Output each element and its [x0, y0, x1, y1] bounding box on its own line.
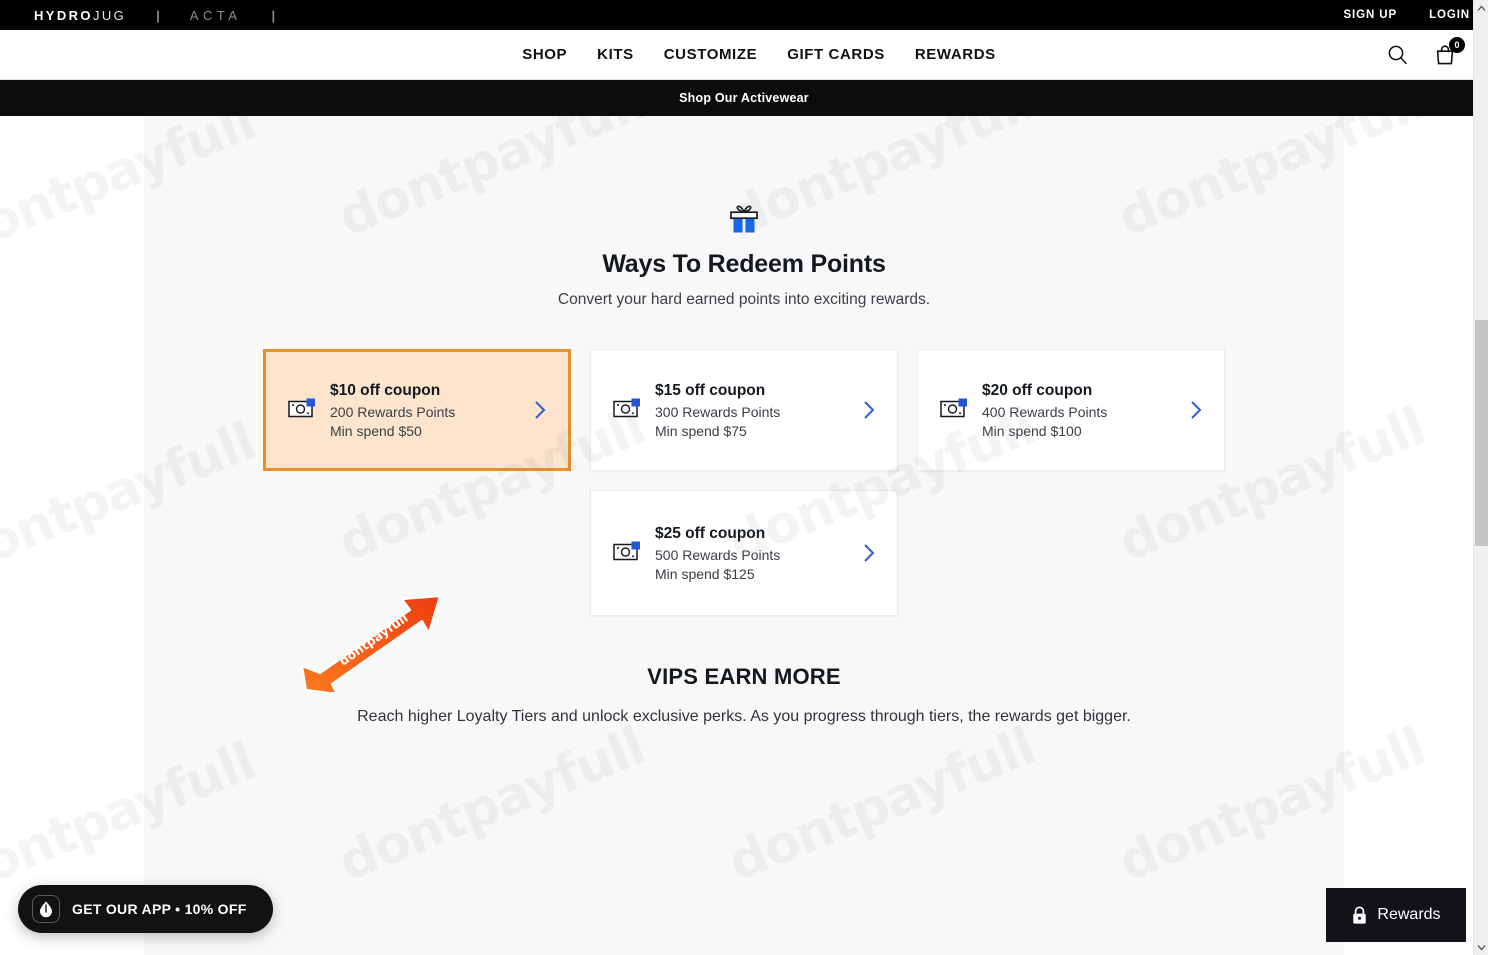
rewards-content-area: Ways To Redeem Points Convert your hard …	[144, 116, 1344, 955]
coupon-card-body: $10 off coupon 200 Rewards Points Min sp…	[330, 382, 530, 439]
top-account-links: SIGN UP LOGIN	[1343, 9, 1470, 21]
coupon-min-spend: Min spend $100	[982, 422, 1082, 439]
brand-jug-text: JUG	[92, 7, 127, 23]
coupon-points: 200 Rewards Points	[330, 403, 456, 420]
page-body: Ways To Redeem Points Convert your hard …	[0, 116, 1488, 955]
nav-item-gift-cards[interactable]: GIFT CARDS	[787, 46, 885, 63]
coupon-card-15-off[interactable]: $15 off coupon 300 Rewards Points Min sp…	[590, 349, 898, 471]
coupon-title: $15 off coupon	[655, 381, 766, 399]
top-utility-bar: HYDRO JUG | ACTA | SIGN UP LOGIN	[0, 0, 1488, 30]
section-subtitle: Convert your hard earned points into exc…	[557, 291, 931, 308]
coupon-title: $10 off coupon	[330, 381, 441, 399]
rewards-launcher-button[interactable]: Rewards	[1326, 888, 1466, 942]
brand-divider-right: |	[271, 7, 276, 23]
coupon-title: $20 off coupon	[982, 381, 1093, 399]
scrollbar-thumb[interactable]	[1475, 320, 1488, 546]
brand-hydro-text: HYDRO	[34, 7, 93, 23]
banknote-icon	[613, 540, 643, 567]
coupon-min-spend: Min spend $125	[655, 565, 755, 582]
chevron-right-icon[interactable]	[530, 399, 550, 421]
coupon-card-body: $25 off coupon 500 Rewards Points Min sp…	[655, 525, 859, 582]
gift-icon	[730, 205, 758, 233]
get-app-pill-button[interactable]: GET OUR APP • 10% OFF	[18, 885, 273, 933]
announcement-text[interactable]: Shop Our Activewear	[679, 91, 809, 105]
coupon-points: 300 Rewards Points	[655, 403, 781, 420]
chevron-right-icon[interactable]	[859, 399, 879, 421]
cart-count-badge: 0	[1449, 36, 1465, 53]
nav-item-list: SHOP KITS CUSTOMIZE GIFT CARDS REWARDS	[492, 46, 996, 63]
banknote-icon	[613, 397, 643, 424]
chevron-right-icon[interactable]	[859, 542, 879, 564]
coupon-points: 500 Rewards Points	[655, 546, 781, 563]
sign-up-link[interactable]: SIGN UP	[1343, 9, 1397, 21]
banknote-icon	[940, 397, 970, 424]
scroll-down-arrow-icon[interactable]	[1474, 939, 1488, 955]
vip-title: VIPS EARN MORE	[647, 664, 841, 689]
lock-icon	[1353, 905, 1367, 924]
coupon-card-25-off[interactable]: $25 off coupon 500 Rewards Points Min sp…	[590, 490, 898, 616]
shopping-bag-icon[interactable]: 0	[1432, 36, 1465, 68]
coupon-card-10-off[interactable]: $10 off coupon 200 Rewards Points Min sp…	[263, 349, 571, 471]
announcement-bar[interactable]: Shop Our Activewear	[0, 80, 1488, 116]
water-drop-icon	[32, 895, 60, 923]
login-link[interactable]: LOGIN	[1429, 9, 1470, 21]
brand-acta-text[interactable]: ACTA	[190, 8, 242, 23]
vip-subtitle: Reach higher Loyalty Tiers and unlock ex…	[357, 708, 1131, 725]
vips-earn-more-section: VIPS EARN MORE Reach higher Loyalty Tier…	[144, 664, 1344, 726]
coupon-card-grid: $10 off coupon 200 Rewards Points Min sp…	[263, 349, 1225, 616]
brand-divider-left: |	[156, 7, 160, 23]
coupon-card-body: $20 off coupon 400 Rewards Points Min sp…	[982, 382, 1186, 439]
section-title: Ways To Redeem Points	[602, 250, 886, 278]
brand-logo-group[interactable]: HYDRO JUG	[34, 8, 126, 23]
scroll-up-arrow-icon[interactable]	[1474, 0, 1488, 16]
nav-item-shop[interactable]: SHOP	[522, 46, 567, 63]
nav-right-actions: 0	[1384, 30, 1465, 79]
nav-item-customize[interactable]: CUSTOMIZE	[664, 46, 757, 63]
main-navigation-bar: SHOP KITS CUSTOMIZE GIFT CARDS REWARDS 0	[0, 30, 1488, 80]
get-app-pill-label: GET OUR APP • 10% OFF	[72, 901, 247, 917]
search-icon[interactable]	[1384, 42, 1410, 68]
coupon-card-body: $15 off coupon 300 Rewards Points Min sp…	[655, 382, 859, 439]
coupon-points: 400 Rewards Points	[982, 403, 1108, 420]
coupon-card-20-off[interactable]: $20 off coupon 400 Rewards Points Min sp…	[917, 349, 1225, 471]
chevron-right-icon[interactable]	[1186, 399, 1206, 421]
nav-item-rewards[interactable]: REWARDS	[915, 46, 996, 63]
coupon-min-spend: Min spend $75	[655, 422, 747, 439]
coupon-title: $25 off coupon	[655, 524, 766, 542]
banknote-icon	[288, 397, 318, 424]
coupon-min-spend: Min spend $50	[330, 422, 422, 439]
rewards-launcher-label: Rewards	[1377, 906, 1441, 923]
ways-to-redeem-section: Ways To Redeem Points Convert your hard …	[144, 116, 1344, 309]
nav-item-kits[interactable]: KITS	[597, 46, 634, 63]
page-scrollbar[interactable]	[1473, 0, 1488, 955]
grid-spacer	[263, 490, 571, 612]
